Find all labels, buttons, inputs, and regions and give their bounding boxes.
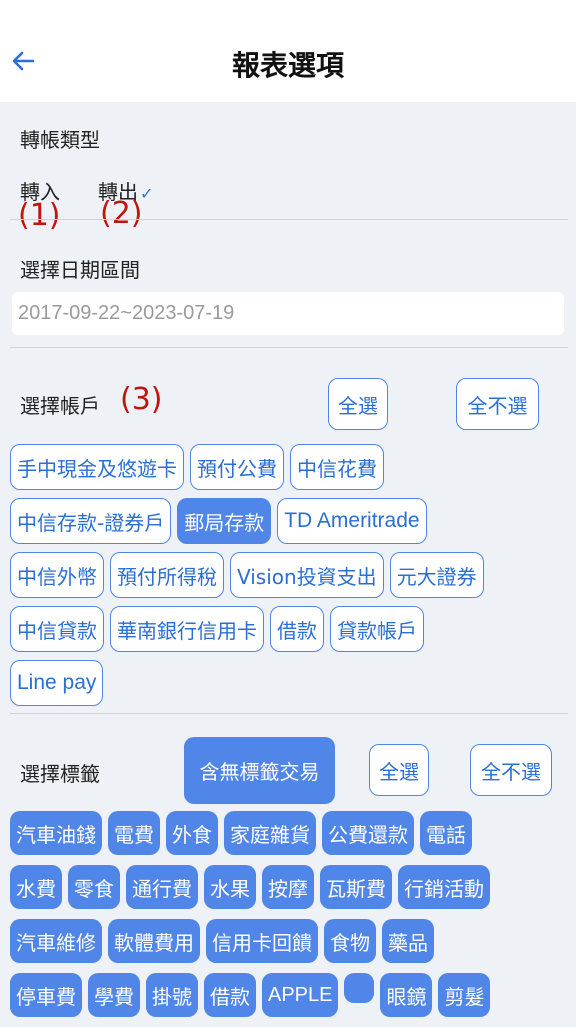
account-chip[interactable]: 中信貸款: [10, 606, 104, 652]
account-chip[interactable]: 手中現金及悠遊卡: [10, 444, 184, 490]
transfer-type-label: 轉帳類型: [20, 128, 100, 152]
tag-chip[interactable]: 藥品: [382, 919, 434, 963]
tags-select-all-button[interactable]: 全選: [369, 744, 429, 796]
account-chip[interactable]: Line pay: [10, 660, 104, 706]
account-chip[interactable]: 中信外幣: [10, 552, 104, 598]
tag-chip[interactable]: 學費: [88, 973, 140, 1017]
top-bar: 報表選項: [0, 0, 576, 102]
tags-label: 選擇標籤: [20, 762, 100, 786]
divider: [10, 219, 568, 220]
tag-chip[interactable]: 汽車維修: [10, 919, 102, 963]
account-chip[interactable]: 借款: [270, 606, 324, 652]
account-chip[interactable]: 元大證券: [389, 552, 484, 598]
tag-chip-list: 汽車油錢 電費 外食 家庭雜貨 公費還款 電話 水費 零食 通行費 水果 按摩 …: [10, 811, 572, 1027]
tag-chip[interactable]: 瓦斯費: [320, 865, 392, 909]
account-chip[interactable]: 中信花費: [290, 444, 384, 490]
tag-chip[interactable]: 眼鏡: [380, 973, 433, 1017]
accounts-select-all-button[interactable]: 全選: [328, 378, 388, 430]
accounts-select-none-button[interactable]: 全不選: [456, 378, 539, 430]
tag-chip[interactable]: 家庭雜貨: [224, 811, 316, 855]
tags-select-none-button[interactable]: 全不選: [470, 744, 552, 796]
account-chip[interactable]: 預付所得稅: [110, 552, 224, 598]
tag-chip[interactable]: 通行費: [126, 865, 198, 909]
account-chip[interactable]: 貸款帳戶: [330, 606, 424, 652]
tag-chip[interactable]: 零食: [68, 865, 120, 909]
tag-chip[interactable]: 借款: [204, 973, 256, 1017]
tag-chip[interactable]: 電費: [108, 811, 160, 855]
account-chip-selected[interactable]: 郵局存款: [177, 498, 272, 544]
date-range-field[interactable]: 2017-09-22~2023-07-19: [12, 292, 564, 335]
tag-chip[interactable]: 水費: [10, 865, 62, 909]
tag-chip[interactable]: 水果: [204, 865, 256, 909]
accounts-label: 選擇帳戶: [20, 394, 100, 418]
annotation-3: (3): [120, 382, 163, 417]
tag-chip[interactable]: 停車費: [10, 973, 82, 1017]
tag-chip[interactable]: 剪髮: [438, 973, 491, 1017]
page-title: 報表選項: [231, 49, 344, 82]
tag-chip[interactable]: 公費還款: [322, 811, 414, 855]
tag-chip[interactable]: 按摩: [262, 865, 314, 909]
include-untagged-button[interactable]: 含無標籤交易: [184, 737, 335, 804]
tag-chip[interactable]: 軟體費用: [108, 919, 200, 963]
divider: [10, 713, 568, 714]
account-chip[interactable]: 預付公費: [190, 444, 284, 490]
account-chip[interactable]: 中信存款-證券戶: [10, 498, 172, 544]
tag-chip[interactable]: 掛號: [146, 973, 198, 1017]
tag-chip[interactable]: 行銷活動: [398, 865, 490, 909]
annotation-1: (1): [18, 198, 61, 233]
tag-chip[interactable]: 汽車油錢: [10, 811, 102, 855]
account-chip[interactable]: Vision投資支出: [230, 552, 384, 598]
date-range-label: 選擇日期區間: [20, 258, 140, 282]
account-chip-list: 手中現金及悠遊卡 預付公費 中信花費 中信存款-證券戶 郵局存款 TD Amer…: [10, 444, 572, 714]
divider: [10, 347, 568, 348]
tag-chip[interactable]: 電話: [420, 811, 472, 855]
tag-chip[interactable]: 食物: [324, 919, 376, 963]
tag-chip[interactable]: 外食: [166, 811, 218, 855]
tag-chip-empty[interactable]: [344, 973, 375, 1003]
tag-chip[interactable]: 信用卡回饋: [206, 919, 318, 963]
tag-chip[interactable]: APPLE: [262, 973, 339, 1017]
annotation-2: (2): [100, 196, 143, 231]
account-chip[interactable]: TD Ameritrade: [277, 498, 427, 544]
account-chip[interactable]: 華南銀行信用卡: [110, 606, 264, 652]
